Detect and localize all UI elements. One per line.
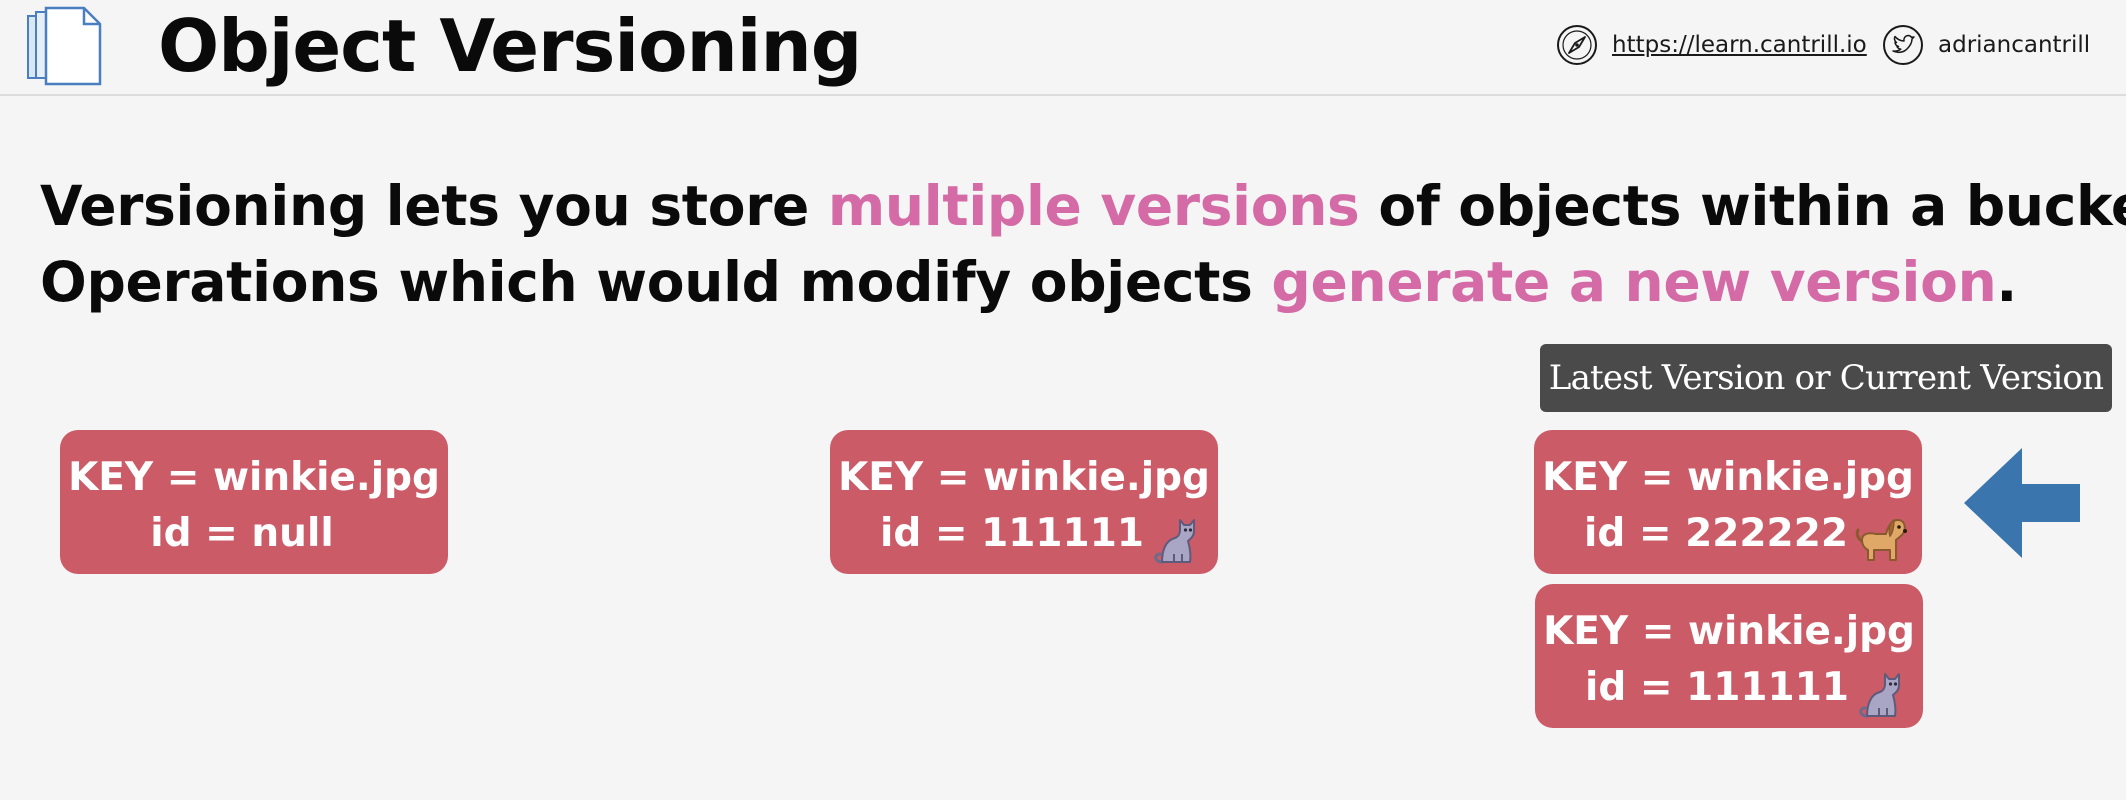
object-card-latest-version: KEY = winkie.jpg id = 222222 [1534, 430, 1922, 574]
object-key: KEY = winkie.jpg [1543, 609, 1915, 654]
statement-highlight: generate a new version [1271, 250, 1997, 314]
statement-text: of objects within a bucket. [1359, 174, 2126, 238]
object-key: KEY = winkie.jpg [838, 455, 1210, 500]
version-id: id = 111111 [1585, 665, 1849, 710]
statement-line-1: Versioning lets you store multiple versi… [40, 168, 2126, 244]
twitter-handle: adriancantrill [1938, 32, 2091, 58]
statement-text: Versioning lets you store [40, 174, 828, 238]
statement-line-2: Operations which would modify objects ge… [40, 244, 2017, 320]
object-key: KEY = winkie.jpg [1542, 455, 1914, 500]
version-id: id = null [150, 511, 334, 556]
cat-icon [1859, 673, 1900, 718]
object-card-version-1: KEY = winkie.jpg id = 111111 [830, 430, 1218, 574]
compass-icon [1557, 25, 1597, 65]
version-id: id = 111111 [880, 511, 1144, 556]
website-url[interactable]: https://learn.cantrill.io [1612, 32, 1867, 58]
object-card-unversioned: KEY = winkie.jpg id = null [60, 430, 448, 574]
statement-text: Operations which would modify objects [40, 250, 1272, 314]
twitter-bird-icon [1883, 25, 1923, 65]
header-bar: Object Versioning https://learn.cantrill… [0, 0, 2126, 96]
object-card-previous-version: KEY = winkie.jpg id = 111111 [1535, 584, 1923, 728]
latest-pointer-arrow-icon [1964, 448, 2080, 558]
website-link[interactable]: https://learn.cantrill.io [1556, 24, 1867, 66]
statement-text: . [1996, 250, 2018, 314]
twitter-link[interactable]: adriancantrill [1882, 24, 2090, 66]
page-title: Object Versioning [158, 4, 862, 88]
dog-icon [1855, 518, 1907, 561]
statement-highlight: multiple versions [827, 174, 1360, 238]
documents-icon [27, 6, 102, 86]
object-key: KEY = winkie.jpg [68, 455, 440, 500]
version-id: id = 222222 [1584, 511, 1848, 556]
cat-icon [1154, 519, 1195, 564]
latest-version-label: Latest Version or Current Version [1540, 344, 2112, 412]
